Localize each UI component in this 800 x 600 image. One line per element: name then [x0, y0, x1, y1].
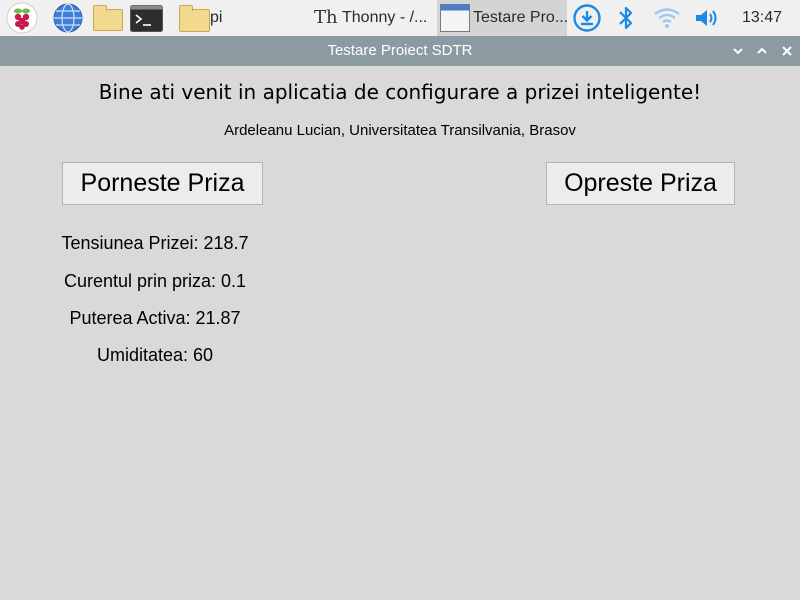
- window-maximize-button[interactable]: [754, 43, 770, 59]
- volume-icon: [696, 10, 717, 26]
- start-socket-button[interactable]: Porneste Priza: [62, 162, 263, 205]
- window-menu-button[interactable]: [730, 43, 746, 59]
- window-titlebar[interactable]: Testare Proiect SDTR: [0, 36, 800, 66]
- window-close-button[interactable]: [779, 43, 795, 59]
- download-icon: [573, 4, 601, 32]
- bluetooth-button[interactable]: [615, 0, 639, 36]
- file-manager-launcher[interactable]: [91, 0, 125, 36]
- task-thonny-label: Thonny - /...: [342, 9, 428, 26]
- thonny-icon: Th: [314, 7, 338, 28]
- folder-icon: [93, 5, 123, 31]
- task-thonny[interactable]: Th Thonny - /...: [312, 0, 434, 36]
- window-icon: [440, 4, 470, 32]
- author-line: Ardeleanu Lucian, Universitatea Transilv…: [224, 122, 576, 139]
- window-title: Testare Proiect SDTR: [327, 42, 473, 59]
- chevron-down-icon: [733, 48, 743, 55]
- stop-socket-button[interactable]: Opreste Priza: [546, 162, 735, 205]
- task-testare-proiect[interactable]: Testare Pro...: [437, 0, 569, 36]
- clock-text: 13:47: [742, 9, 783, 26]
- active-power-reading: Puterea Activa: 21.87: [69, 308, 241, 328]
- humidity-reading: Umiditatea: 60: [96, 345, 214, 365]
- task-testare-label: Testare Pro...: [473, 9, 569, 26]
- task-pi-folder[interactable]: pi: [176, 0, 246, 36]
- volume-button[interactable]: [693, 0, 723, 36]
- raspberry-menu-button[interactable]: [6, 0, 40, 36]
- welcome-heading: Bine ati venit in aplicatia de configura…: [98, 80, 702, 104]
- taskbar: pi Th Thonny - /... Testare Pro... 13:47: [0, 0, 800, 36]
- raspberry-icon: [6, 2, 38, 34]
- wifi-button[interactable]: [653, 0, 683, 36]
- terminal-icon: [130, 4, 163, 32]
- voltage-reading: Tensiunea Prizei: 218.7: [61, 233, 249, 253]
- updates-button[interactable]: [572, 0, 604, 36]
- current-reading: Curentul prin priza: 0.1: [63, 271, 247, 291]
- globe-icon: [53, 3, 83, 33]
- wifi-icon: [654, 8, 680, 28]
- terminal-launcher[interactable]: [130, 0, 164, 36]
- task-pi-label: pi: [210, 9, 223, 26]
- folder-icon: [179, 5, 210, 32]
- chevron-up-icon: [757, 47, 767, 54]
- close-icon: [782, 46, 792, 56]
- clock[interactable]: 13:47: [742, 0, 792, 36]
- bluetooth-icon: [619, 6, 633, 30]
- browser-launcher[interactable]: [53, 0, 85, 36]
